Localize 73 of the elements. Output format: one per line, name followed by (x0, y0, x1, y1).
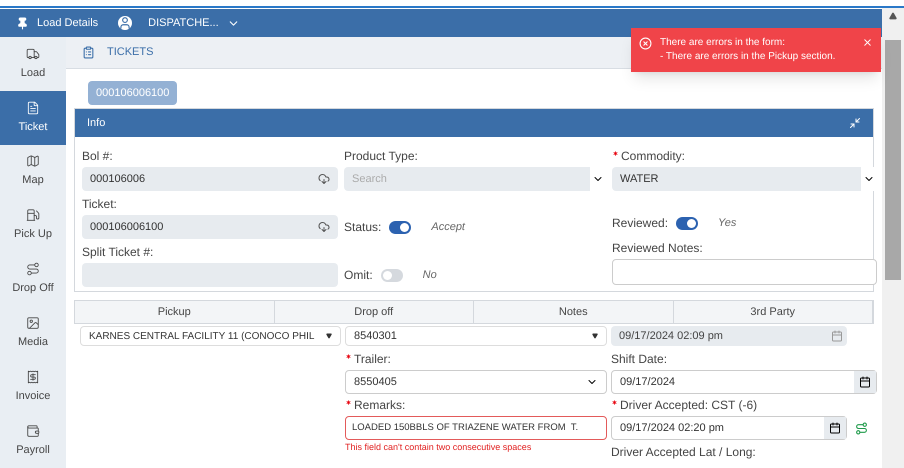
sidebar-icon (26, 100, 40, 115)
toggle-switch[interactable] (380, 268, 403, 282)
section-tab[interactable]: Drop off (274, 301, 474, 324)
reviewed-notes-field[interactable] (612, 259, 877, 286)
ticket-field[interactable]: 000106006100 (82, 215, 338, 240)
pin-icon (16, 16, 29, 30)
sidebar-icon (26, 316, 40, 330)
sidebar-icon (26, 154, 40, 168)
truck-select[interactable]: 8540301 (345, 326, 607, 346)
sidebar-icon (26, 46, 40, 61)
user-icon[interactable] (118, 16, 132, 30)
bol-field[interactable]: 000106006 (82, 167, 338, 192)
toggle-value: Accept (431, 220, 465, 235)
download-icon[interactable] (318, 173, 330, 186)
sidebar-icon (26, 208, 40, 222)
toggle-value: Yes (718, 216, 736, 231)
toggle-label: Reviewed: (612, 215, 668, 232)
split-ticket-field[interactable] (82, 263, 338, 288)
field-label: Driver Accepted Lat / Long: (611, 444, 756, 462)
scroll-up-icon[interactable] (889, 12, 897, 20)
sidebar-item[interactable]: Media (0, 306, 66, 360)
caret-icon (326, 333, 332, 340)
error-message: This field can't contain two consecutive spaces (345, 441, 532, 454)
collapse-icon[interactable] (849, 117, 861, 130)
field-label: Trailer: (354, 351, 391, 368)
commodity-select[interactable]: WATER (612, 167, 877, 192)
driver-accepted-field[interactable]: 09/17/2024 02:20 pm (611, 416, 847, 440)
user-dropdown[interactable]: DISPATCHE... (148, 14, 240, 32)
close-icon[interactable] (862, 37, 873, 48)
trailer-select[interactable]: 8550405 (345, 370, 607, 394)
error-icon (639, 37, 652, 50)
caret-icon (592, 333, 598, 340)
scrollbar[interactable] (882, 8, 904, 468)
section-tab[interactable]: Notes (474, 301, 674, 324)
section-tab[interactable]: Pickup (75, 301, 274, 324)
info-title: Info (87, 116, 106, 131)
field-label: Bol #: (82, 148, 113, 166)
field-label: Ticket: (82, 196, 117, 214)
toggle-switch[interactable] (389, 220, 412, 234)
alert-title: There are errors in the form: (660, 36, 786, 50)
field-label: Product Type: (344, 148, 418, 166)
sidebar-item[interactable]: Map (0, 144, 66, 199)
field-label: Split Ticket #: (82, 244, 154, 262)
sidebar-item[interactable]: Invoice (0, 360, 66, 414)
sidebar-item[interactable]: Payroll (0, 414, 66, 468)
shift-date-field[interactable]: 09/17/2024 (611, 370, 877, 394)
sidebar-icon (26, 370, 40, 384)
origin-select[interactable]: KARNES CENTRAL FACILITY 11 (CONOCO PHIL (80, 326, 341, 346)
sidebar-item[interactable]: Load (0, 37, 66, 91)
sidebar-item[interactable]: Drop Off (0, 252, 66, 306)
field-label: Driver Accepted: CST (-6) (620, 397, 758, 414)
field-label: Remarks: (354, 397, 406, 414)
field-label: Commodity: (621, 148, 686, 166)
header-title: Load Details (37, 16, 98, 31)
sidebar-item[interactable]: Ticket (0, 90, 66, 145)
sidebar-icon (26, 424, 40, 438)
route-icon[interactable] (855, 422, 868, 435)
sidebar-item[interactable]: Pick Up (0, 198, 66, 252)
toggle-label: Omit: (344, 267, 373, 284)
sidebar-icon (26, 262, 40, 276)
toggle-label: Status: (344, 219, 382, 236)
section-tab[interactable]: 3rd Party (674, 301, 873, 324)
calendar-icon[interactable] (859, 376, 871, 388)
pickup-date-field[interactable]: 09/17/2024 02:09 pm (611, 326, 847, 346)
calendar-icon[interactable] (829, 422, 841, 434)
field-label: Reviewed Notes: (612, 240, 703, 258)
download-icon[interactable] (318, 221, 330, 234)
section-title: TICKETS (107, 45, 154, 60)
alert-message: - There are errors in the Pickup section. (660, 50, 836, 64)
remarks-field[interactable]: LOADED 150BBLS OF TRIAZENE WATER FROM T. (345, 416, 607, 440)
toggle-value: No (422, 268, 437, 283)
field-label: Shift Date: (611, 351, 668, 368)
toggle-switch[interactable] (676, 216, 698, 230)
